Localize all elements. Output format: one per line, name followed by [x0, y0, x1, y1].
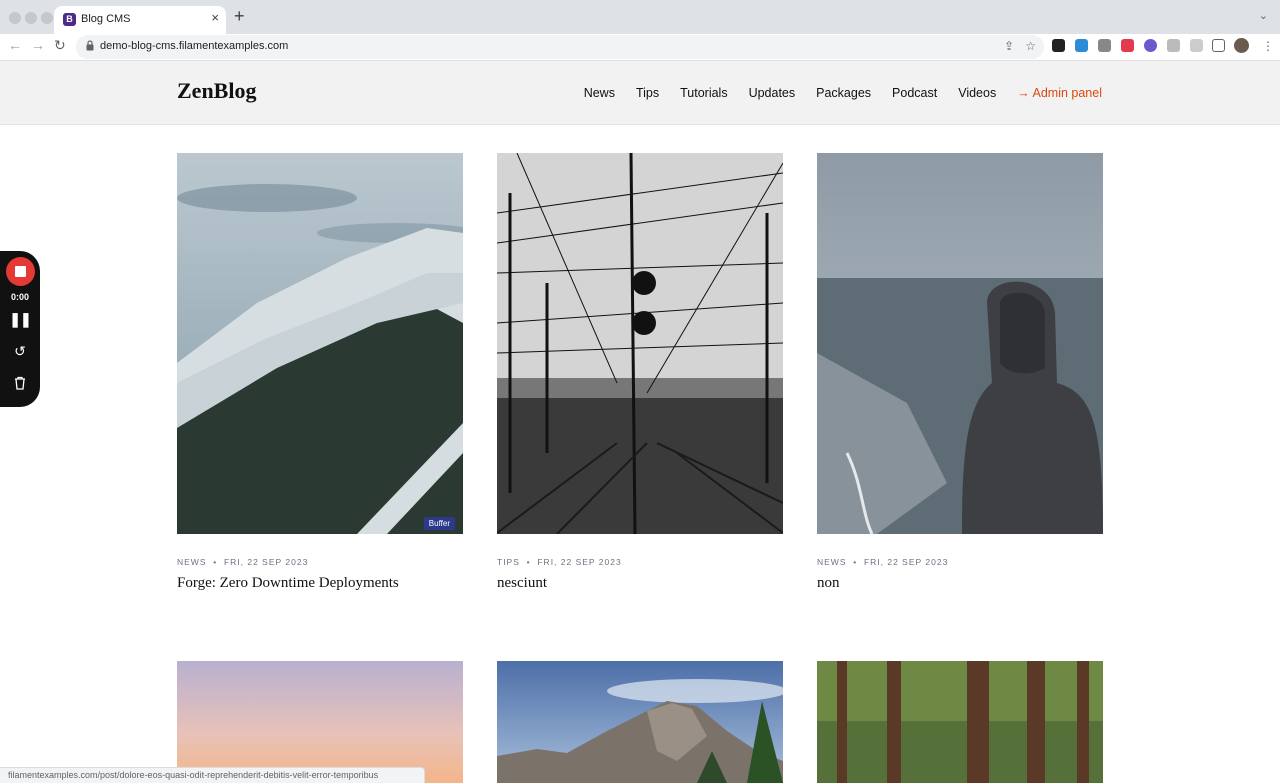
- nav-item-news[interactable]: News: [584, 86, 615, 100]
- profile-avatar[interactable]: [1234, 38, 1249, 53]
- meta-separator: •: [523, 557, 534, 567]
- recording-timer: 0:00: [10, 292, 29, 302]
- browser-toolbar: ← → ↻ demo-blog-cms.filamentexamples.com…: [0, 34, 1280, 61]
- nav-item-tips[interactable]: Tips: [636, 86, 659, 100]
- post-date: Fri, 22 Sep 2023: [537, 557, 622, 567]
- browser-menu-icon[interactable]: ⋮: [1262, 39, 1274, 53]
- translate-extension-icon[interactable]: [1075, 39, 1088, 52]
- snowy-mountain-image: [177, 153, 463, 534]
- layers-extension-icon[interactable]: [1052, 39, 1065, 52]
- tab-close-icon[interactable]: ×: [211, 10, 219, 25]
- buffer-badge[interactable]: Buffer: [423, 517, 455, 530]
- post-title-1[interactable]: Forge: Zero Downtime Deployments: [177, 575, 399, 592]
- puzzle-extensions-icon[interactable]: [1167, 39, 1180, 52]
- forest-trees-image: [817, 661, 1103, 783]
- nav-item-podcast[interactable]: Podcast: [892, 86, 937, 100]
- post-meta-1: News • Fri, 22 Sep 2023: [177, 557, 308, 567]
- post-meta-3: News • Fri, 22 Sep 2023: [817, 557, 948, 567]
- rock-cliffs-image: [497, 661, 783, 783]
- post-image-1[interactable]: Buffer: [177, 153, 463, 534]
- trash-icon[interactable]: [0, 376, 40, 393]
- tab-favicon-icon: B: [63, 13, 76, 26]
- nav-item-updates[interactable]: Updates: [749, 86, 796, 100]
- screen-recorder-widget: 0:00 ❚❚ ↺: [0, 251, 40, 407]
- main-nav: News Tips Tutorials Updates Packages Pod…: [584, 86, 1102, 100]
- browser-tab-bar: B Blog CMS × + ⌄: [0, 0, 1280, 34]
- share-icon[interactable]: ⇪: [1004, 39, 1014, 53]
- post-date: Fri, 22 Sep 2023: [223, 557, 309, 567]
- bookmark-star-icon[interactable]: ☆: [1025, 39, 1036, 53]
- post-image-5[interactable]: [497, 661, 783, 783]
- forward-arrow-icon[interactable]: →: [31, 37, 45, 53]
- post-category[interactable]: News: [177, 557, 207, 567]
- stop-recording-button[interactable]: [6, 257, 35, 286]
- post-category[interactable]: News: [817, 557, 847, 567]
- post-title-2[interactable]: nesciunt: [497, 575, 547, 592]
- link-status-bar: filamentexamples.com/post/dolore-eos-qua…: [0, 767, 425, 783]
- nav-item-videos[interactable]: Videos: [958, 86, 996, 100]
- pocket-extension-icon[interactable]: [1121, 39, 1134, 52]
- railway-wires-image: [497, 153, 783, 534]
- post-image-3[interactable]: [817, 153, 1103, 534]
- reload-icon[interactable]: ↻: [54, 37, 66, 54]
- screenshot-extension-icon[interactable]: [1098, 39, 1111, 52]
- post-category[interactable]: Tips: [497, 557, 520, 567]
- nav-item-tutorials[interactable]: Tutorials: [680, 86, 727, 100]
- address-bar[interactable]: demo-blog-cms.filamentexamples.com ⇪ ☆: [76, 35, 1044, 59]
- window-zoom-dot[interactable]: [41, 12, 53, 24]
- nav-item-packages[interactable]: Packages: [816, 86, 871, 100]
- sunset-sky-image: [177, 661, 463, 783]
- url-text: demo-blog-cms.filamentexamples.com: [100, 40, 289, 52]
- new-tab-button[interactable]: +: [234, 6, 245, 27]
- side-panel-icon[interactable]: [1212, 39, 1225, 52]
- window-close-dot[interactable]: [9, 12, 21, 24]
- tab-title: Blog CMS: [81, 13, 131, 25]
- restart-icon[interactable]: ↺: [0, 343, 40, 360]
- site-logo[interactable]: ZenBlog: [177, 78, 256, 104]
- post-image-4[interactable]: [177, 661, 463, 783]
- back-arrow-icon[interactable]: ←: [8, 37, 22, 53]
- meta-separator: •: [849, 557, 861, 567]
- sync-extension-icon[interactable]: [1190, 39, 1203, 52]
- post-meta-2: Tips • Fri, 22 Sep 2023: [497, 557, 622, 567]
- pause-icon[interactable]: ❚❚: [0, 311, 40, 328]
- post-image-6[interactable]: [817, 661, 1103, 783]
- site-header: ZenBlog News Tips Tutorials Updates Pack…: [0, 61, 1280, 125]
- tab-search-chevron-icon[interactable]: ⌄: [1259, 9, 1268, 22]
- browser-tab[interactable]: B Blog CMS ×: [54, 6, 226, 34]
- post-image-2[interactable]: [497, 153, 783, 534]
- gear-extension-icon[interactable]: [1144, 39, 1157, 52]
- hooded-person-sea-image: [817, 153, 1103, 534]
- lock-icon: [86, 40, 94, 51]
- meta-separator: •: [209, 557, 221, 567]
- post-date: Fri, 22 Sep 2023: [863, 557, 949, 567]
- admin-panel-link[interactable]: → Admin panel: [1017, 86, 1102, 100]
- post-title-3[interactable]: non: [817, 575, 840, 592]
- window-minimize-dot[interactable]: [25, 12, 37, 24]
